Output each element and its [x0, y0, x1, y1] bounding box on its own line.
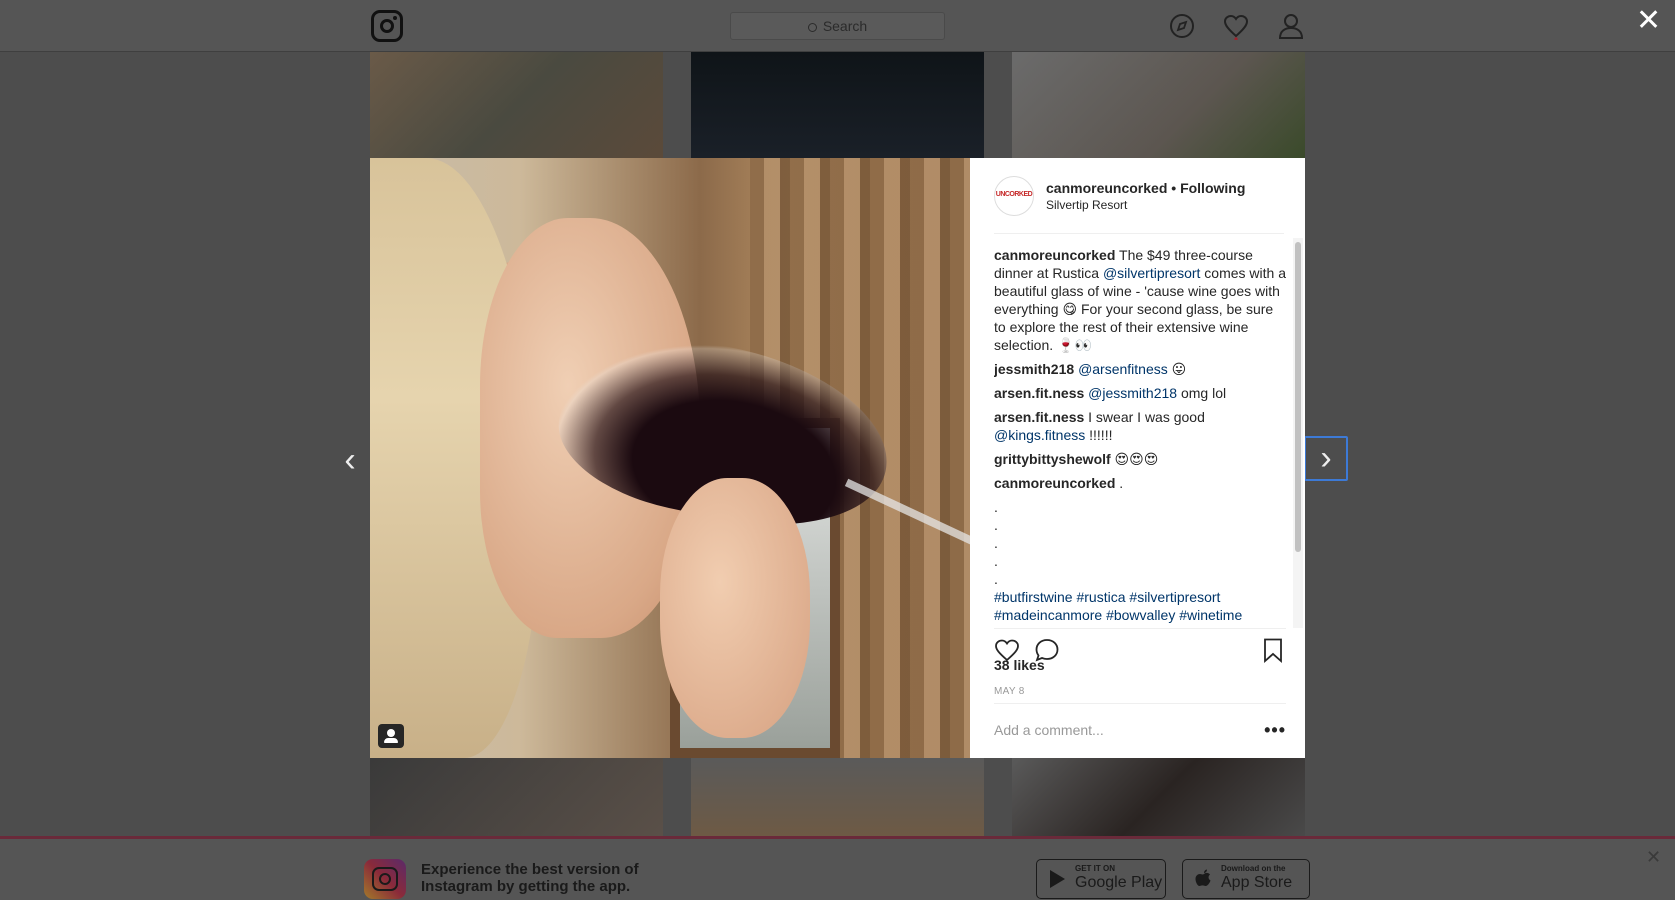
banner-text-line-1: Experience the best version of: [421, 861, 639, 878]
post-author-line: canmoreuncorked • Following: [1046, 180, 1245, 196]
search-icon: [807, 23, 817, 32]
comment-text: 😛: [1167, 361, 1187, 377]
app-store-button[interactable]: Download on the App Store: [1182, 859, 1310, 899]
grid-post-thumbnail[interactable]: [370, 758, 663, 838]
hashtag-link[interactable]: #butfirstwine: [994, 589, 1073, 605]
caption-dot-line: .: [994, 535, 998, 551]
post-actions-bar: [994, 628, 1286, 663]
comment-username[interactable]: canmoreuncorked: [994, 475, 1115, 491]
mention-link[interactable]: @arsenfitness: [1078, 361, 1168, 377]
caption-dot-line: .: [994, 499, 998, 515]
post-photo: [370, 158, 970, 758]
comment-text: .: [1115, 475, 1124, 491]
close-modal-icon[interactable]: ✕: [1636, 6, 1661, 36]
google-play-label: Google Play: [1075, 874, 1163, 891]
close-banner-icon[interactable]: ✕: [1646, 847, 1661, 868]
instagram-app-icon: [364, 859, 406, 899]
app-store-small-label: Download on the: [1221, 864, 1286, 873]
save-bookmark-icon[interactable]: [1260, 637, 1286, 663]
comment-text: I swear I was good: [1084, 409, 1205, 425]
caption-dot-line: .: [994, 517, 998, 533]
comment-text: 😍😍😍: [1110, 451, 1159, 467]
mention-link[interactable]: @silvertipresort: [1103, 265, 1200, 281]
grid-post-thumbnail[interactable]: [691, 52, 984, 158]
caption-dot-line: .: [994, 571, 998, 587]
tagged-user-icon[interactable]: [378, 724, 404, 748]
grid-post-thumbnail[interactable]: [370, 52, 663, 158]
app-download-banner: Experience the best version of Instagram…: [0, 836, 1675, 900]
app-store-label: App Store: [1221, 874, 1293, 891]
grid-post-thumbnail[interactable]: [1012, 758, 1305, 838]
top-navigation-bar: Search ✕: [0, 0, 1675, 52]
comment-username[interactable]: jessmith218: [994, 361, 1074, 377]
caption-dot-line: .: [994, 553, 998, 569]
comments-scrollbar-thumb[interactable]: [1295, 242, 1301, 552]
photo-hand: [660, 478, 810, 738]
google-play-icon: [1050, 870, 1065, 888]
likes-count[interactable]: 38 likes: [994, 657, 1045, 673]
post-date: MAY 8: [994, 686, 1025, 697]
user-icon[interactable]: [1277, 12, 1305, 40]
google-play-small-label: GET IT ON: [1075, 864, 1115, 873]
add-comment-form: •••: [994, 703, 1286, 758]
search-placeholder: Search: [822, 18, 868, 34]
hashtag-list: #butfirstwine #rustica #silvertipresort …: [994, 588, 1286, 624]
comment-item: arsen.fit.ness @jessmith218 omg lol: [994, 384, 1286, 402]
apple-icon: [1195, 869, 1211, 886]
comment-item: arsen.fit.ness I swear I was good @kings…: [994, 408, 1286, 444]
grid-post-thumbnail[interactable]: [691, 758, 984, 838]
banner-message: Experience the best version of Instagram…: [421, 861, 639, 895]
search-input[interactable]: Search: [730, 12, 945, 40]
hashtag-link[interactable]: #madeincanmore: [994, 607, 1102, 623]
hashtag-link[interactable]: #silvertipresort: [1129, 589, 1220, 605]
post-header: UNCORKED canmoreuncorked • Following Sil…: [994, 176, 1284, 234]
hashtag-link[interactable]: #winetime: [1179, 607, 1242, 623]
comment-username[interactable]: arsen.fit.ness: [994, 385, 1084, 401]
post-location-link[interactable]: Silvertip Resort: [1046, 198, 1127, 212]
comment-item: canmoreuncorked .: [994, 474, 1286, 492]
comment-username[interactable]: grittybittyshewolf: [994, 451, 1111, 467]
separator-dot: •: [1167, 180, 1181, 196]
compass-icon[interactable]: [1168, 12, 1196, 40]
avatar-logo-text: UNCORKED: [995, 191, 1033, 198]
grid-post-thumbnail[interactable]: [1012, 52, 1305, 158]
post-modal: UNCORKED canmoreuncorked • Following Sil…: [370, 158, 1305, 758]
comment-item: canmoreuncorked The $49 three-course din…: [994, 246, 1286, 354]
comment-username[interactable]: arsen.fit.ness: [994, 409, 1084, 425]
next-post-chevron-icon[interactable]: ›: [1304, 436, 1348, 481]
comments-list: canmoreuncorked The $49 three-course din…: [994, 246, 1286, 626]
following-button[interactable]: Following: [1180, 180, 1245, 196]
instagram-logo-icon[interactable]: [371, 10, 403, 42]
mention-link[interactable]: @jessmith218: [1088, 385, 1177, 401]
comment-item: grittybittyshewolf 😍😍😍: [994, 450, 1286, 468]
add-comment-input[interactable]: [994, 722, 1244, 738]
post-author-username[interactable]: canmoreuncorked: [1046, 180, 1167, 196]
google-play-button[interactable]: GET IT ON Google Play: [1036, 859, 1166, 899]
avatar[interactable]: UNCORKED: [994, 176, 1034, 216]
comment-username[interactable]: canmoreuncorked: [994, 247, 1115, 263]
hashtag-link[interactable]: #bowvalley: [1106, 607, 1175, 623]
mention-link[interactable]: @kings.fitness: [994, 427, 1085, 443]
banner-text-line-2: Instagram by getting the app.: [421, 878, 631, 895]
hashtag-link[interactable]: #rustica: [1076, 589, 1125, 605]
heart-icon[interactable]: [1222, 12, 1250, 41]
previous-post-chevron-icon[interactable]: ‹: [330, 440, 370, 480]
post-sidebar: UNCORKED canmoreuncorked • Following Sil…: [970, 158, 1305, 758]
more-options-icon[interactable]: •••: [1264, 720, 1286, 741]
comment-text: omg lol: [1177, 385, 1227, 401]
comment-item: jessmith218 @arsenfitness 😛: [994, 360, 1286, 378]
comment-text: !!!!!!: [1085, 427, 1113, 443]
